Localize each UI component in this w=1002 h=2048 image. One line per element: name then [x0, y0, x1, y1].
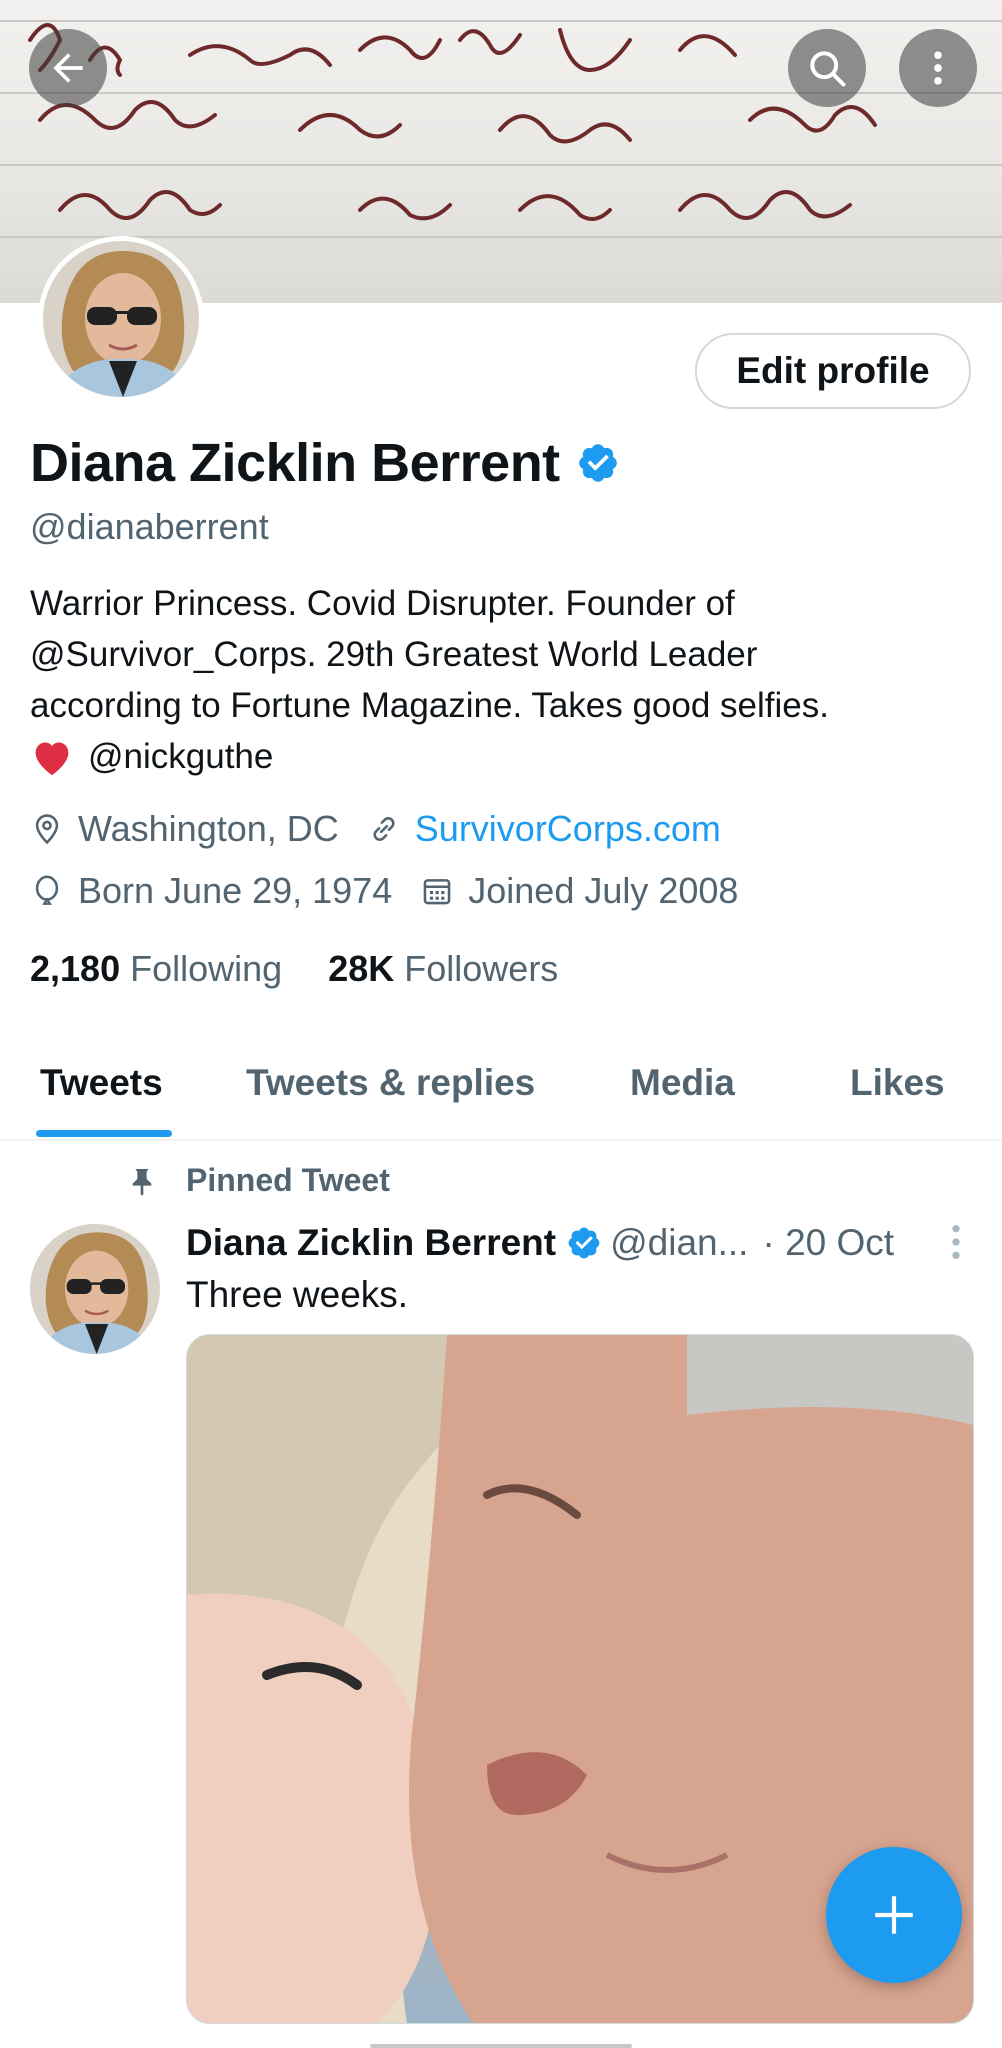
profile-birthday: Born June 29, 1974 [78, 870, 393, 911]
search-icon [810, 51, 846, 87]
avatar-photo [43, 241, 199, 397]
tweet-author-avatar[interactable] [30, 1224, 160, 1354]
profile-tabs: Tweets Tweets & replies Media Likes [0, 1040, 1002, 1140]
search-button[interactable] [788, 29, 866, 107]
followers-count-link[interactable]: 28K Followers [328, 948, 558, 989]
following-count: 2,180 [30, 948, 121, 989]
calendar-icon [420, 874, 454, 908]
profile-joined-date: Joined July 2008 [468, 870, 739, 911]
profile-bio: Warrior Princess. Covid Disrupter. Found… [30, 578, 970, 782]
heart-icon [35, 741, 69, 775]
link-icon [367, 812, 401, 846]
profile-meta-row: Born June 29, 1974 Joined July 2008 [30, 870, 738, 912]
tweet-author-name[interactable]: Diana Zicklin Berrent [186, 1222, 556, 1264]
profile-handle: @dianaberrent [30, 506, 269, 547]
home-indicator [370, 2044, 632, 2048]
more-vertical-icon [934, 51, 942, 85]
bio-line: @Survivor_Corps. 29th Greatest World Lea… [30, 635, 758, 674]
following-label: Following [130, 948, 283, 989]
balloon-icon [30, 874, 64, 908]
arrow-left-icon [53, 53, 83, 83]
following-count-link[interactable]: 2,180 Following [30, 948, 282, 989]
active-tab-indicator [36, 1130, 172, 1137]
more-vertical-icon [952, 1225, 960, 1259]
profile-name: Diana Zicklin Berrent [30, 432, 620, 494]
tweet-more-button[interactable] [948, 1222, 964, 1267]
tab-likes[interactable]: Likes [850, 1062, 945, 1104]
back-button[interactable] [29, 29, 107, 107]
pinned-tweet-label: Pinned Tweet [126, 1162, 390, 1199]
map-pin-icon [30, 812, 64, 846]
verified-badge-icon [568, 1227, 600, 1259]
tweet-author-handle[interactable]: @dian... [610, 1222, 748, 1264]
compose-tweet-button[interactable] [826, 1847, 962, 1983]
bio-line: @nickguthe [30, 731, 970, 782]
bio-line: according to Fortune Magazine. Takes goo… [30, 686, 829, 725]
tweet-text: Three weeks. [186, 1274, 409, 1315]
follow-counts: 2,180 Following 28K Followers [30, 948, 558, 990]
bio-partner-mention[interactable]: @nickguthe [88, 731, 273, 782]
followers-count: 28K [328, 948, 395, 989]
tab-media[interactable]: Media [630, 1062, 735, 1104]
verified-badge-icon [578, 444, 617, 482]
tweet-header: Diana Zicklin Berrent @dian... · 20 Oct [186, 1222, 894, 1264]
tab-tweets[interactable]: Tweets [40, 1062, 163, 1104]
tab-tweets-and-replies[interactable]: Tweets & replies [246, 1062, 535, 1104]
profile-location: Washington, DC [78, 808, 339, 849]
bio-line: Warrior Princess. Covid Disrupter. Found… [30, 584, 735, 623]
profile-website-link[interactable]: SurvivorCorps.com [415, 808, 721, 850]
plus-icon [875, 1896, 913, 1934]
pin-icon [132, 1168, 152, 1196]
profile-meta-row: Washington, DC SurvivorCorps.com [30, 808, 721, 850]
pinned-tweet-text: Pinned Tweet [186, 1162, 390, 1198]
more-options-button[interactable] [899, 29, 977, 107]
tabs-divider [0, 1139, 1002, 1141]
followers-label: Followers [404, 948, 559, 989]
profile-name-text: Diana Zicklin Berrent [30, 433, 560, 493]
profile-avatar[interactable] [38, 236, 204, 402]
tweet-timestamp[interactable]: · 20 Oct [762, 1222, 894, 1264]
edit-profile-button[interactable]: Edit profile [695, 333, 971, 409]
